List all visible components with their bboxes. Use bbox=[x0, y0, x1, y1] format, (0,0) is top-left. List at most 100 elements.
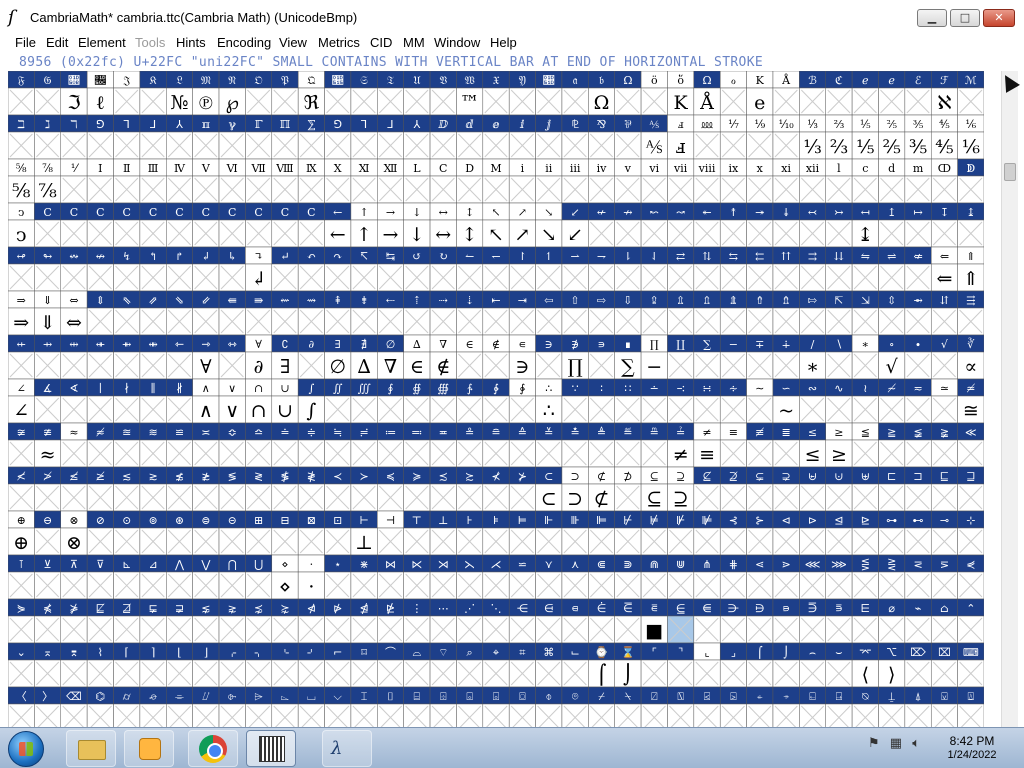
glyph-header-label: ⌋ bbox=[204, 646, 208, 659]
glyph-header-label: ⊽ bbox=[96, 558, 104, 571]
glyph-header-label: ⌽ bbox=[545, 690, 552, 703]
vertical-scrollbar[interactable] bbox=[1001, 71, 1018, 727]
menu-file[interactable]: File bbox=[15, 35, 36, 50]
glyph-header-label: ⇇ bbox=[755, 250, 764, 263]
menu-tools[interactable]: Tools bbox=[135, 35, 165, 50]
glyph-header-label: ⌟ bbox=[731, 646, 736, 659]
glyph-header-label: Ⅾ bbox=[465, 162, 474, 175]
glyph-header-label: ∷ bbox=[624, 382, 631, 395]
glyph-cell-char: ↗ bbox=[514, 224, 530, 246]
menu-element[interactable]: Element bbox=[78, 35, 126, 50]
taskbar-clock[interactable]: 8:42 PM 1/24/2022 bbox=[930, 731, 1014, 761]
taskbar-terminal-button[interactable]: λ bbox=[322, 730, 372, 767]
glyph-header-label: ⊡ bbox=[333, 514, 342, 527]
menu-edit[interactable]: Edit bbox=[46, 35, 68, 50]
glyph-header-label: ⊁ bbox=[518, 470, 527, 483]
glyph-header-label: ↠ bbox=[755, 206, 764, 219]
menu-help[interactable]: Help bbox=[490, 35, 517, 50]
glyph-header-label: ∊ bbox=[518, 338, 526, 351]
glyph-header-label: ⋀ bbox=[174, 558, 185, 571]
glyph-header-label: ⋇ bbox=[359, 558, 368, 571]
windows-start-icon[interactable] bbox=[8, 731, 44, 767]
glyph-cell-char: ≈ bbox=[40, 444, 56, 466]
media-player-icon bbox=[139, 738, 161, 760]
glyph-header-label: ⊢ bbox=[359, 514, 368, 527]
maximize-button[interactable]: □ bbox=[950, 9, 980, 27]
menu-view[interactable]: View bbox=[279, 35, 307, 50]
glyph-header-label: ⌵ bbox=[334, 690, 343, 703]
glyph-header-label: ∳ bbox=[520, 382, 526, 395]
glyph-cell-char: K bbox=[674, 92, 689, 114]
glyph-cell-char: ⅝ bbox=[12, 180, 30, 202]
glyph-header-label: ⊣ bbox=[386, 514, 395, 527]
minimize-button[interactable]: ▁ bbox=[917, 9, 947, 27]
glyph-header-label: ⌦ bbox=[910, 646, 926, 659]
glyph-header-label: ⌭ bbox=[123, 690, 131, 703]
glyph-header-label: ⇐ bbox=[940, 250, 949, 263]
glyph-header-label: ⇹ bbox=[69, 338, 78, 351]
glyph-cell-char: ≅ bbox=[963, 400, 979, 422]
network-icon[interactable]: ▦ bbox=[890, 736, 902, 751]
glyph-header-label: ↧ bbox=[940, 206, 949, 219]
glyph-cell-char: ⅙ bbox=[962, 136, 980, 158]
glyph-header-label: ⋿ bbox=[861, 602, 871, 615]
glyph-header-label: ↀ bbox=[938, 162, 951, 175]
taskbar-fontforge-button[interactable] bbox=[246, 730, 296, 767]
glyph-header-label: ≌ bbox=[175, 426, 184, 439]
glyph-header-label: ⇰ bbox=[808, 294, 817, 307]
glyph-cell-char: ∩ bbox=[251, 400, 267, 422]
glyph-header-label: ⇨ bbox=[597, 294, 606, 307]
close-button[interactable]: ✕ bbox=[983, 9, 1015, 27]
glyph-header-label: ∮ bbox=[388, 382, 394, 395]
glyph-header-label: ⊨ bbox=[518, 514, 527, 527]
glyph-header-label: ⌢ bbox=[809, 646, 816, 659]
glyph-header-label: ∈ bbox=[466, 338, 474, 351]
glyph-header-label: ⋎ bbox=[545, 558, 553, 571]
glyph-header-label: ⋍ bbox=[518, 558, 527, 571]
menu-cid[interactable]: CID bbox=[370, 35, 392, 50]
glyph-header-label: ⋼ bbox=[782, 602, 790, 615]
glyph-header-label: Ⅿ bbox=[490, 162, 501, 175]
taskbar-folder-button[interactable] bbox=[66, 730, 116, 767]
menu-hints[interactable]: Hints bbox=[176, 35, 206, 50]
glyph-cell-char: ™ bbox=[460, 92, 479, 114]
glyph-header-label: ⊇ bbox=[676, 470, 685, 483]
glyph-cell-char: ⋅ bbox=[308, 576, 315, 598]
glyph-cell-char: ⅔ bbox=[830, 136, 848, 158]
flag-icon[interactable]: ⚑ bbox=[868, 736, 880, 751]
glyph-grid[interactable]: 𝔉 𝔊 𝔋ℑ𝔌ℓ𝔍 𝔎 𝔏№𝔐℗𝔑℘𝔒 𝔓 𝔔ℜ𝔕 𝔖 𝔗 𝔘 𝔙 𝔚™𝔛 𝔜 𝔝 𝔞 𝔟ΩΩ ö ὅKΩÅℴ Ke… bbox=[8, 71, 984, 727]
glyph-header-label: ∶ bbox=[600, 382, 603, 395]
menu-metrics[interactable]: Metrics bbox=[318, 35, 360, 50]
taskbar-media-player-button[interactable] bbox=[124, 730, 174, 767]
glyph-header-label: ∣ bbox=[99, 382, 102, 395]
glyph-header-label: 𝔉 bbox=[18, 74, 25, 87]
glyph-header-label: ⋬ bbox=[359, 602, 368, 615]
glyph-header-label: ↯ bbox=[122, 250, 131, 263]
taskbar-chrome-button[interactable] bbox=[188, 730, 238, 767]
scrollbar-thumb[interactable] bbox=[1004, 163, 1016, 181]
glyph-header-label: Ⅽ bbox=[175, 206, 183, 219]
glyph-header-label: Ⅷ bbox=[275, 162, 293, 175]
glyph-header-label: 𝔒 bbox=[255, 74, 263, 87]
glyph-header-label: ⍍ bbox=[968, 690, 975, 703]
glyph-cell-char: ⅞ bbox=[38, 180, 56, 202]
glyph-cell-char: ∉ bbox=[436, 356, 450, 378]
glyph-cell-char: ∃ bbox=[280, 356, 290, 378]
glyph-header-label: Ⅽ bbox=[96, 206, 104, 219]
glyph-header-label: ≃ bbox=[940, 382, 949, 395]
glyph-header-label: ⅅ bbox=[437, 118, 448, 131]
glyph-header-label: ↝ bbox=[676, 206, 685, 219]
glyph-header-label: ⌆ bbox=[69, 646, 78, 659]
title-bar[interactable]: ſ CambriaMath* cambria.ttc(Cambria Math)… bbox=[0, 0, 1024, 34]
glyph-header-label: ⋖ bbox=[755, 558, 764, 571]
glyph-header-label: ↫ bbox=[17, 250, 26, 263]
volume-icon[interactable]: 🔈︎ bbox=[912, 736, 920, 751]
glyph-header-label: 〉 bbox=[42, 690, 53, 703]
glyph-cell-char: ⇑ bbox=[963, 268, 979, 290]
menu-mm[interactable]: MM bbox=[403, 35, 425, 50]
glyph-header-label: ↼ bbox=[465, 250, 474, 263]
glyph-header-label: ⌇ bbox=[98, 646, 103, 659]
menu-encoding[interactable]: Encoding bbox=[217, 35, 271, 50]
glyph-header-label: ⌹ bbox=[440, 690, 447, 703]
menu-window[interactable]: Window bbox=[434, 35, 480, 50]
